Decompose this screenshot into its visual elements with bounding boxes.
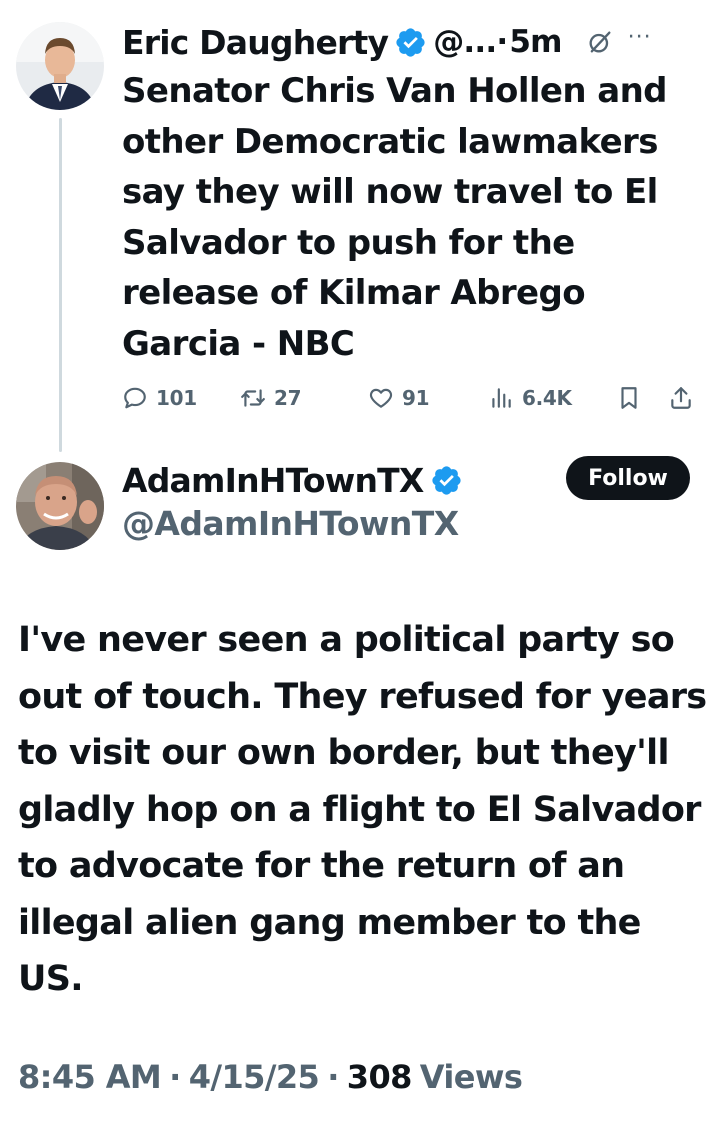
reply-views-count[interactable]: 308 [347, 1058, 413, 1096]
thread-connector-line [59, 118, 62, 452]
like-button[interactable]: 91 [368, 378, 430, 418]
avatar-eric-daugherty[interactable] [16, 22, 104, 110]
reply-count: 101 [156, 386, 197, 410]
bookmark-button[interactable] [616, 378, 642, 418]
share-icon [671, 387, 691, 409]
parent-handle[interactable]: @... [433, 24, 497, 60]
heart-icon [369, 388, 393, 408]
like-count: 91 [402, 386, 430, 410]
bookmark-icon [621, 387, 637, 409]
more-options-icon[interactable]: ··· [628, 27, 652, 49]
reply-views-label: Views [419, 1058, 523, 1096]
views-count: 6.4K [522, 386, 572, 410]
follow-button[interactable]: Follow [566, 456, 690, 500]
parent-timestamp[interactable]: 5m [509, 24, 562, 60]
retweet-button[interactable]: 27 [240, 378, 302, 418]
meta-separator: · [169, 1058, 181, 1096]
reply-button[interactable]: 101 [122, 378, 197, 418]
share-button[interactable] [668, 378, 694, 418]
verified-badge-icon [396, 27, 425, 57]
parent-action-bar: 101 27 91 6.4K [122, 378, 700, 418]
parent-tweet-header: Eric Daugherty @... · 5m ··· [122, 20, 710, 64]
header-separator: · [496, 24, 508, 60]
reply-handle[interactable]: @AdamInHTownTX [122, 504, 459, 543]
retweet-count: 27 [274, 386, 302, 410]
reply-time[interactable]: 8:45 AM [18, 1058, 162, 1096]
reply-meta-row: 8:45 AM · 4/15/25 · 308 Views [18, 1054, 523, 1100]
parent-display-name[interactable]: Eric Daugherty [122, 23, 389, 62]
grok-icon[interactable] [586, 28, 614, 56]
reply-date[interactable]: 4/15/25 [189, 1058, 320, 1096]
avatar-adaminhtowntx[interactable] [16, 462, 104, 550]
retweet-icon [241, 389, 265, 407]
views-button[interactable]: 6.4K [488, 378, 572, 418]
parent-tweet-text: Senator Chris Van Hollen and other Democ… [122, 71, 668, 364]
speech-bubble-icon [124, 387, 146, 409]
reply-tweet-text: I've never seen a political party so out… [18, 620, 707, 999]
tweet-screenshot: Eric Daugherty @... · 5m ··· Senator Chr… [0, 0, 720, 1122]
meta-separator: · [327, 1058, 339, 1096]
bar-chart-icon [492, 388, 511, 408]
reply-display-name[interactable]: AdamInHTownTX [122, 461, 424, 500]
reply-tweet-header: AdamInHTownTX [122, 458, 463, 502]
verified-badge-icon [431, 465, 461, 495]
